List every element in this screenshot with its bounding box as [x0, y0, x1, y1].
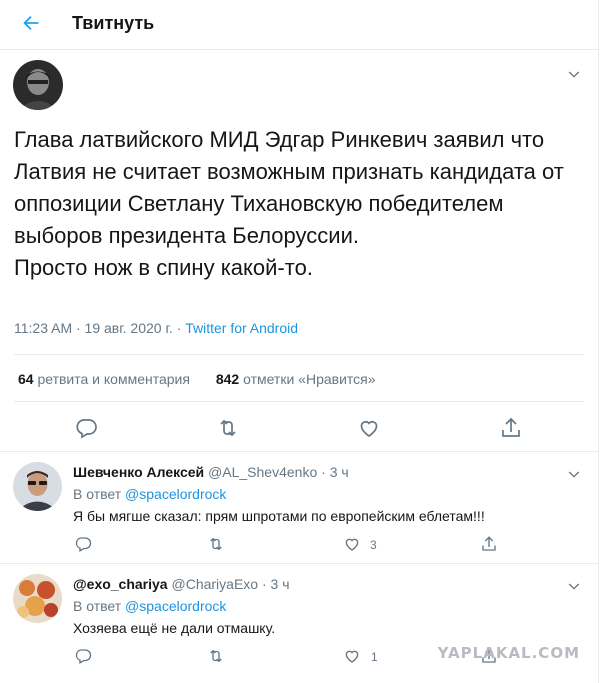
tweet-timestamp[interactable]: 11:23 AM · 19 авг. 2020 г.: [14, 320, 173, 336]
reply-to-mention[interactable]: @spacelordrock: [125, 486, 226, 502]
reply-tweet[interactable]: Шевченко Алексей @AL_Shev4enko · 3 ч В о…: [0, 452, 598, 563]
share-icon[interactable]: [480, 535, 498, 553]
reply-to-label: В ответ: [73, 598, 122, 614]
reply-text: Я бы мягше сказал: прям шпротами по евро…: [73, 508, 485, 524]
like-icon[interactable]: [343, 647, 361, 665]
retweets-count: 64: [18, 371, 34, 387]
reply-author-name[interactable]: @exo_chariya: [73, 576, 168, 592]
retweet-icon[interactable]: [207, 535, 225, 553]
like-icon[interactable]: [343, 535, 361, 553]
tweet-text: Глава латвийского МИД Эдгар Ринкевич зая…: [14, 127, 564, 280]
reply-icon[interactable]: [74, 416, 98, 440]
tweet-meta: 11:23 AM · 19 авг. 2020 г. · Twitter for…: [14, 320, 298, 336]
reply-avatar[interactable]: [13, 574, 62, 623]
page-header: Твитнуть: [0, 0, 598, 50]
retweets-stat[interactable]: 64 ретвита и комментария: [18, 371, 190, 387]
chevron-down-icon[interactable]: [566, 466, 582, 482]
meta-separator: ·: [172, 320, 186, 336]
tweet-source-link[interactable]: Twitter for Android: [185, 320, 298, 336]
tweet-stats: 64 ретвита и комментария 842 отметки «Нр…: [18, 371, 398, 387]
likes-stat[interactable]: 842 отметки «Нравится»: [216, 371, 376, 387]
reply-time[interactable]: · 3 ч: [321, 464, 349, 480]
reply-header: @exo_chariya @ChariyaExo · 3 ч: [73, 576, 290, 592]
reply-avatar[interactable]: [13, 462, 62, 511]
reply-to-label: В ответ: [73, 486, 122, 502]
reply-to-line: В ответ @spacelordrock: [73, 598, 226, 614]
like-count: 1: [371, 650, 378, 664]
reply-tweet[interactable]: @exo_chariya @ChariyaExo · 3 ч В ответ @…: [0, 564, 598, 683]
reply-author-handle[interactable]: @AL_Shev4enko: [208, 464, 317, 480]
like-icon[interactable]: [357, 416, 381, 440]
author-avatar[interactable]: [13, 60, 63, 110]
reply-author-handle[interactable]: @ChariyaExo: [172, 576, 259, 592]
timeline-column: Твитнуть Глава латвийского МИД Эдгар Рин…: [0, 0, 599, 683]
retweets-label: ретвита и комментария: [37, 371, 190, 387]
chevron-down-icon[interactable]: [566, 578, 582, 594]
reply-icon[interactable]: [74, 535, 92, 553]
reply-text: Хозяева ещё не дали отмашку.: [73, 620, 276, 636]
share-icon[interactable]: [499, 416, 523, 440]
chevron-down-icon[interactable]: [566, 66, 582, 82]
like-count: 3: [370, 538, 377, 552]
page-title: Твитнуть: [72, 13, 155, 33]
divider: [14, 401, 584, 402]
retweet-icon[interactable]: [207, 647, 225, 665]
reply-to-line: В ответ @spacelordrock: [73, 486, 226, 502]
reply-to-mention[interactable]: @spacelordrock: [125, 598, 226, 614]
site-watermark: YAPLAKAL.COM: [437, 644, 580, 662]
back-arrow-icon[interactable]: [20, 12, 42, 34]
likes-count: 842: [215, 371, 240, 387]
reply-author-name[interactable]: Шевченко Алексей: [73, 464, 204, 480]
reply-header: Шевченко Алексей @AL_Shev4enko · 3 ч: [73, 464, 349, 480]
retweet-icon[interactable]: [216, 416, 240, 440]
reply-icon[interactable]: [74, 647, 92, 665]
likes-label: отметки «Нравится»: [243, 371, 376, 387]
reply-time[interactable]: · 3 ч: [262, 576, 290, 592]
divider: [14, 354, 584, 355]
